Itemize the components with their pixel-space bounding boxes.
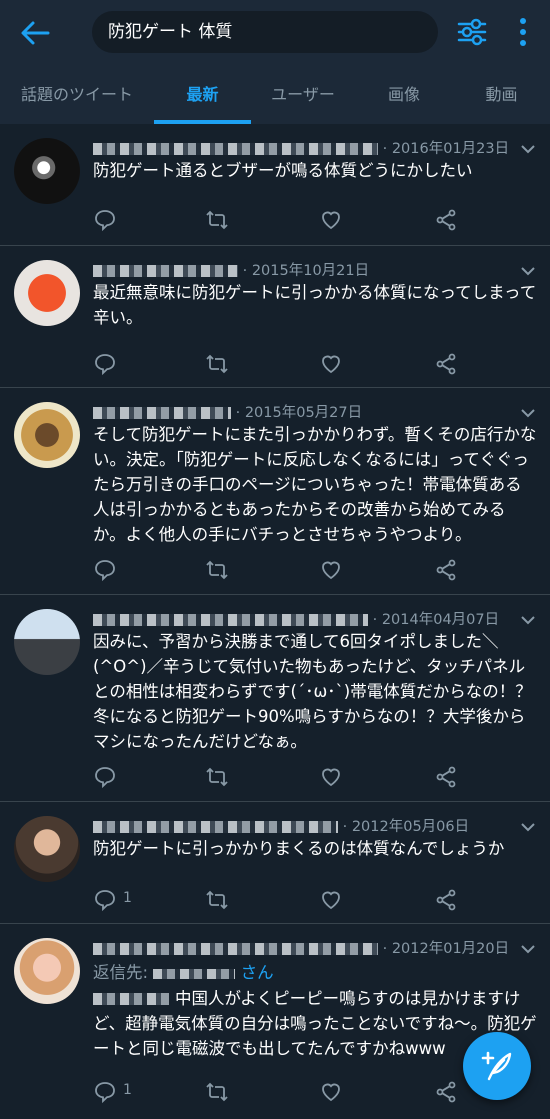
tweet-date: · 2016年01月23日 (382, 141, 510, 157)
tweet-text: 防犯ゲート通るとブザーが鳴る体質どうにかしたい (93, 161, 473, 180)
share-icon[interactable] (434, 208, 458, 232)
tweet-header: · 2015年05月27日 (93, 401, 362, 423)
tweet-header: · 2012年01月20日 (93, 937, 509, 959)
more-options-icon[interactable] (512, 16, 534, 48)
tweet[interactable]: · 2014年04月07日 因みに、予習から決勝まで通して6回タイポしました＼(… (0, 595, 550, 802)
tweet-header: · 2012年05月06日 (93, 815, 469, 837)
compose-feather-plus-icon (481, 1051, 512, 1081)
retweet-icon[interactable] (205, 1080, 229, 1104)
compose-tweet-button[interactable] (463, 1032, 531, 1100)
tweet-date: · 2015年05月27日 (235, 405, 363, 421)
back-arrow-icon[interactable] (18, 18, 52, 48)
avatar[interactable] (14, 609, 80, 675)
tweet-header: · 2014年04月07日 (93, 608, 499, 630)
retweet-icon[interactable] (205, 888, 229, 912)
share-icon[interactable] (434, 558, 458, 582)
redacted-username[interactable] (93, 943, 378, 955)
tweet-actions (93, 208, 543, 232)
reply-icon[interactable] (93, 352, 117, 376)
tweet-date: · 2012年05月06日 (342, 819, 470, 835)
tweet-header: · 2016年01月23日 (93, 137, 509, 159)
tweet-actions: 1 (93, 888, 543, 912)
share-icon[interactable] (434, 352, 458, 376)
filter-settings-icon[interactable] (456, 16, 488, 48)
tweet-text: そして防犯ゲートにまた引っかかりわず。暫くその店行かない。決定。「防犯ゲートに反… (93, 425, 537, 544)
retweet-icon[interactable] (205, 352, 229, 376)
like-heart-icon[interactable] (319, 558, 343, 582)
redacted-username[interactable] (93, 265, 238, 277)
chevron-down-icon[interactable] (520, 407, 536, 419)
tweet[interactable]: · 2015年05月27日 そして防犯ゲートにまた引っかかりわず。暫くその店行か… (0, 388, 550, 595)
tweet-date: · 2015年10月21日 (242, 263, 370, 279)
chevron-down-icon[interactable] (520, 614, 536, 626)
search-input[interactable]: 防犯ゲート 体質 (92, 11, 438, 53)
redacted-username[interactable] (93, 143, 378, 155)
reply-icon[interactable] (93, 765, 117, 789)
tweet[interactable]: · 2016年01月23日 防犯ゲート通るとブザーが鳴る体質どうにかしたい (0, 124, 550, 246)
tweet-header: · 2015年10月21日 (93, 259, 369, 281)
top-bar: 防犯ゲート 体質 話題のツイート 最新 ユーザー 画像 動画 (0, 0, 550, 124)
tweet-actions (93, 352, 543, 376)
redacted-username[interactable] (93, 407, 231, 419)
share-icon[interactable] (434, 765, 458, 789)
reply-icon[interactable] (93, 1080, 117, 1104)
reply-icon[interactable] (93, 208, 117, 232)
chevron-down-icon[interactable] (520, 943, 536, 955)
reply-to-line: 返信先: さん (93, 960, 537, 985)
reply-icon[interactable] (93, 558, 117, 582)
reply-count: 1 (123, 890, 132, 906)
like-heart-icon[interactable] (319, 352, 343, 376)
tweet-text: 防犯ゲートに引っかかりまくるのは体質なんでしょうか (93, 839, 505, 858)
avatar[interactable] (14, 138, 80, 204)
tweet-actions (93, 765, 543, 789)
tweet-text: 最近無意味に防犯ゲートに引っかかる体質になってしまって辛い。 (93, 283, 537, 327)
avatar[interactable] (14, 816, 80, 882)
redacted-username[interactable] (93, 614, 368, 626)
redacted-mention[interactable] (93, 993, 169, 1005)
redacted-username[interactable] (93, 821, 338, 833)
tweet-actions (93, 558, 543, 582)
tweet[interactable]: · 2012年05月06日 防犯ゲートに引っかかりまくるのは体質なんでしょうか … (0, 802, 550, 924)
tweet-date: · 2014年04月07日 (372, 612, 500, 628)
avatar[interactable] (14, 260, 80, 326)
chevron-down-icon[interactable] (520, 143, 536, 155)
tweet[interactable]: · 2015年10月21日 最近無意味に防犯ゲートに引っかかる体質になってしまっ… (0, 246, 550, 388)
like-heart-icon[interactable] (319, 765, 343, 789)
redacted-reply-handle[interactable] (153, 968, 236, 979)
tweet[interactable]: · 2012年01月20日 返信先: さん 中国人がよくピーピー鳴らすのは見かけ… (0, 924, 550, 1119)
retweet-icon[interactable] (205, 208, 229, 232)
like-heart-icon[interactable] (319, 1080, 343, 1104)
tab-latest[interactable]: 最新 (154, 70, 251, 124)
retweet-icon[interactable] (205, 765, 229, 789)
tab-images[interactable]: 画像 (355, 70, 453, 124)
tweet-date: · 2012年01月20日 (382, 941, 510, 957)
tab-videos[interactable]: 動画 (453, 70, 550, 124)
chevron-down-icon[interactable] (520, 821, 536, 833)
tab-users[interactable]: ユーザー (251, 70, 355, 124)
reply-icon[interactable] (93, 888, 117, 912)
share-icon[interactable] (434, 1080, 458, 1104)
like-heart-icon[interactable] (319, 888, 343, 912)
tweet-text: 因みに、予習から決勝まで通して6回タイポしました＼(^O^)／辛うじて気付いた物… (93, 632, 532, 751)
tab-bar: 話題のツイート 最新 ユーザー 画像 動画 (0, 70, 550, 124)
like-heart-icon[interactable] (319, 208, 343, 232)
reply-to-suffix[interactable]: さん (241, 963, 274, 982)
reply-to-label: 返信先: (93, 963, 149, 982)
tab-top-tweets[interactable]: 話題のツイート (0, 70, 154, 124)
avatar[interactable] (14, 402, 80, 468)
share-icon[interactable] (434, 888, 458, 912)
retweet-icon[interactable] (205, 558, 229, 582)
reply-count: 1 (123, 1082, 132, 1098)
avatar[interactable] (14, 938, 80, 1004)
chevron-down-icon[interactable] (520, 265, 536, 277)
